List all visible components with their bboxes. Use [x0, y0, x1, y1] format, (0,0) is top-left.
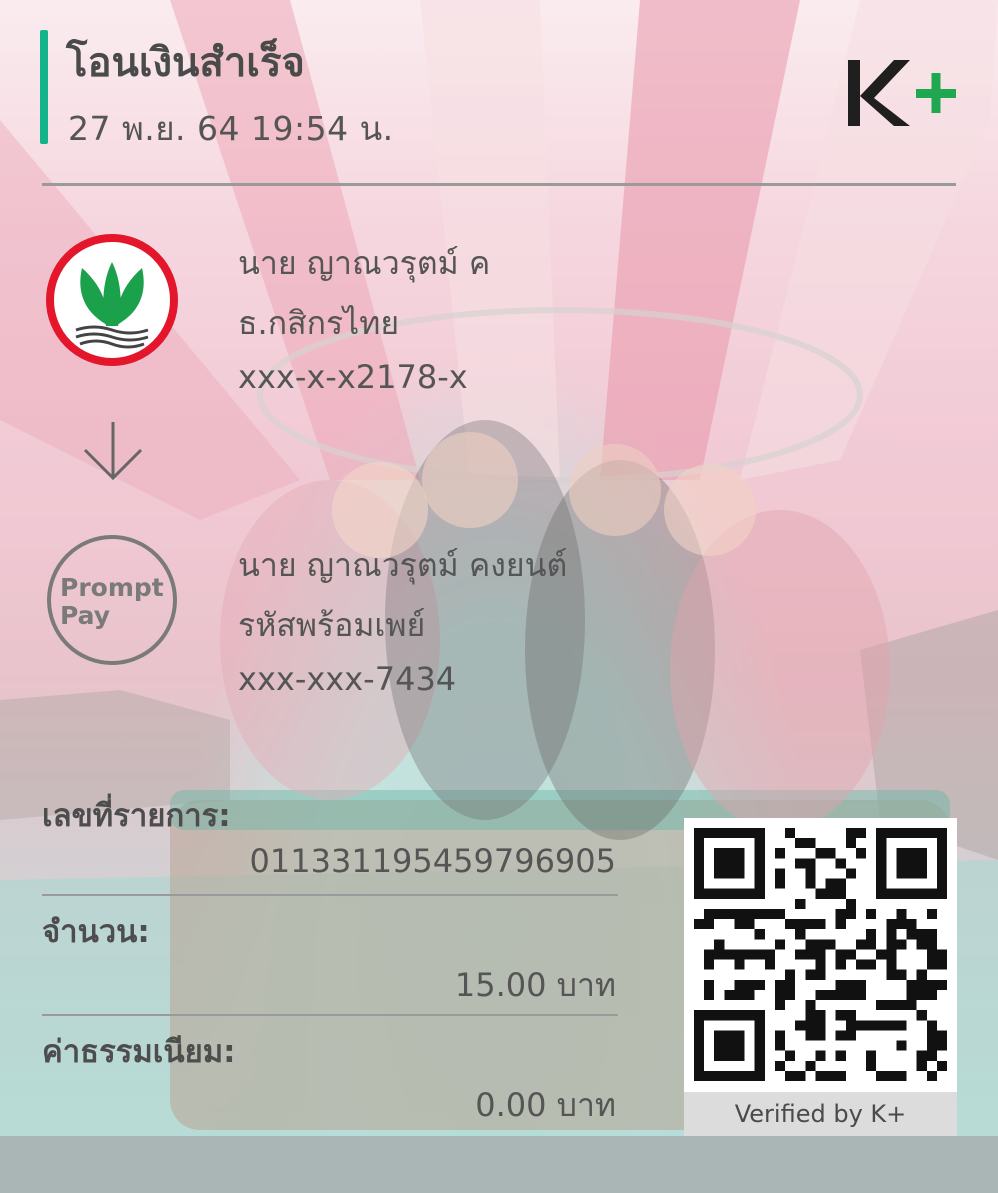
qr-code-icon — [694, 828, 947, 1081]
verification-qr-code[interactable]: Verified by K+ — [684, 818, 957, 1136]
title-accent-bar — [40, 30, 48, 144]
sender-name: นาย ญาณวรุตม์ ค — [238, 244, 491, 282]
kplus-logo-icon — [848, 60, 956, 126]
receiver-name: นาย ญาณวรุตม์ คงยนต์ — [238, 546, 568, 584]
header-divider — [42, 183, 956, 186]
arrow-down-icon — [83, 422, 143, 481]
sender-account: xxx-x-x2178-x — [238, 358, 468, 396]
reference-number: 011331195459796905 — [249, 842, 616, 880]
fee-value: 0.00 บาท — [475, 1086, 616, 1124]
amount-label: จำนวน: — [42, 914, 150, 950]
sender-bank: ธ.กสิกรไทย — [238, 304, 400, 342]
receiver-id-type: รหัสพร้อมเพย์ — [238, 606, 426, 644]
transfer-slip: โอนเงินสำเร็จ 27 พ.ย. 64 19:54 น. นาย ญา… — [0, 0, 998, 1136]
fee-label: ค่าธรรมเนียม: — [42, 1034, 236, 1070]
promptpay-logo-text-1: Prompt — [60, 573, 164, 602]
row-divider — [42, 1014, 618, 1016]
promptpay-logo-icon: Prompt Pay — [47, 535, 177, 665]
promptpay-logo-text-2: Pay — [60, 601, 110, 630]
transaction-datetime: 27 พ.ย. 64 19:54 น. — [68, 109, 394, 148]
kasikorn-bank-logo-icon — [46, 234, 178, 366]
receiver-account: xxx-xxx-7434 — [238, 660, 457, 698]
reference-label: เลขที่รายการ: — [42, 798, 231, 834]
page-title: โอนเงินสำเร็จ — [66, 40, 305, 86]
row-divider — [42, 894, 618, 896]
qr-caption: Verified by K+ — [684, 1092, 957, 1136]
amount-value: 15.00 บาท — [454, 966, 616, 1004]
